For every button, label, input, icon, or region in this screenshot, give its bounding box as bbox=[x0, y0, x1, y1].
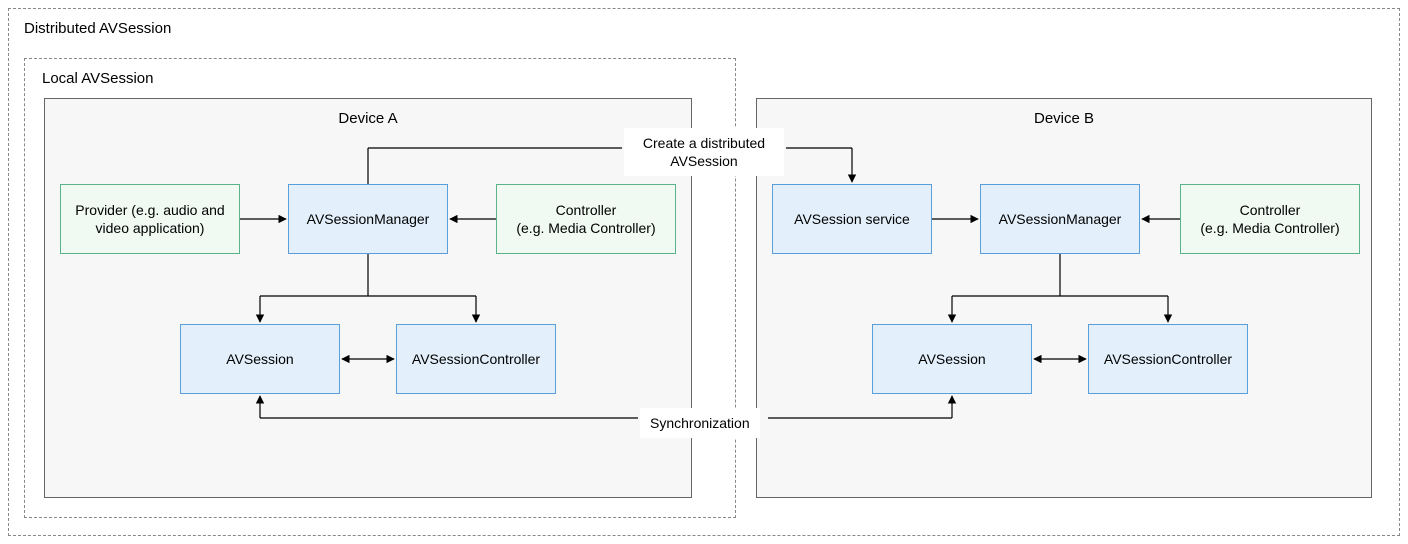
device-b-session-controller: AVSessionController bbox=[1088, 324, 1248, 394]
device-a-session-text: AVSession bbox=[226, 350, 293, 368]
device-a-manager: AVSessionManager bbox=[288, 184, 448, 254]
device-b-session-text: AVSession bbox=[918, 350, 985, 368]
device-b-service: AVSession service bbox=[772, 184, 932, 254]
device-b-title: Device B bbox=[1034, 110, 1094, 127]
device-a-session: AVSession bbox=[180, 324, 340, 394]
device-a-title: Device A bbox=[338, 110, 397, 127]
device-b-session-controller-text: AVSessionController bbox=[1104, 350, 1232, 368]
device-b-controller: Controller (e.g. Media Controller) bbox=[1180, 184, 1360, 254]
device-a-controller-text: Controller (e.g. Media Controller) bbox=[516, 201, 655, 237]
local-avsession-label: Local AVSession bbox=[36, 68, 159, 89]
device-b-panel: Device B bbox=[756, 98, 1372, 498]
synchronization-text: Synchronization bbox=[650, 415, 750, 431]
device-b-controller-text: Controller (e.g. Media Controller) bbox=[1200, 201, 1339, 237]
device-a-provider-text: Provider (e.g. audio and video applicati… bbox=[65, 201, 235, 237]
device-a-controller: Controller (e.g. Media Controller) bbox=[496, 184, 676, 254]
device-a-manager-text: AVSessionManager bbox=[307, 210, 430, 228]
device-a-session-controller: AVSessionController bbox=[396, 324, 556, 394]
device-b-service-text: AVSession service bbox=[794, 210, 910, 228]
device-a-provider: Provider (e.g. audio and video applicati… bbox=[60, 184, 240, 254]
create-distributed-text: Create a distributed AVSession bbox=[643, 135, 765, 169]
distributed-avsession-label: Distributed AVSession bbox=[18, 18, 177, 39]
device-b-session: AVSession bbox=[872, 324, 1032, 394]
device-b-manager-text: AVSessionManager bbox=[999, 210, 1122, 228]
device-a-panel: Device A bbox=[44, 98, 692, 498]
device-b-manager: AVSessionManager bbox=[980, 184, 1140, 254]
create-distributed-label: Create a distributed AVSession bbox=[624, 128, 784, 176]
device-a-session-controller-text: AVSessionController bbox=[412, 350, 540, 368]
synchronization-label: Synchronization bbox=[640, 408, 760, 438]
